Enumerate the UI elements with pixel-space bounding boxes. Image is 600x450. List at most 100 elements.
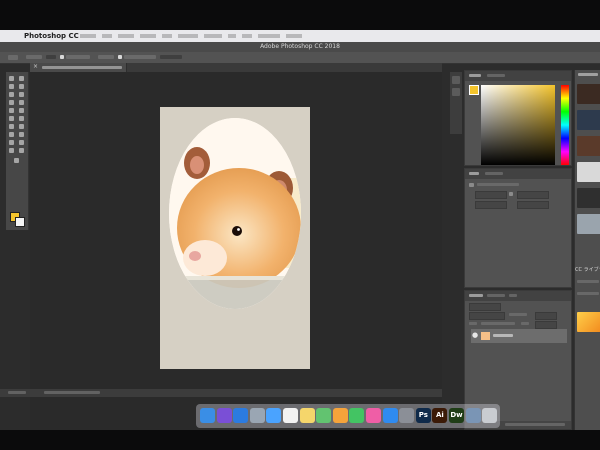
tab-adjustments[interactable] [485, 172, 503, 175]
app-menu[interactable]: Photoshop CC [24, 32, 79, 40]
hue-slider[interactable] [561, 85, 569, 165]
options-checkbox-1[interactable] [60, 55, 64, 59]
opacity-field[interactable] [535, 312, 557, 320]
dock-siri-icon[interactable] [216, 408, 232, 423]
pen-tool-icon[interactable] [9, 132, 14, 137]
layer-actions[interactable] [505, 423, 565, 426]
options-field-4[interactable] [160, 55, 182, 59]
dock-messages-icon[interactable] [349, 408, 365, 423]
menu-item-2[interactable] [102, 34, 112, 38]
close-icon[interactable]: × [33, 63, 38, 70]
dock-trash-icon[interactable] [482, 408, 498, 423]
dock-mail-icon[interactable] [266, 408, 282, 423]
canvas-workspace[interactable] [30, 72, 442, 430]
tutorial-thumbnail-2[interactable] [577, 110, 600, 130]
gradient-tool-icon[interactable] [19, 116, 24, 121]
stamp-tool-icon[interactable] [9, 108, 14, 113]
menu-item-5[interactable] [162, 34, 172, 38]
library-asset-thumbnail[interactable] [577, 312, 600, 332]
tutorial-thumbnail-6[interactable] [577, 214, 600, 234]
dock-illustrator-icon[interactable]: Ai [432, 408, 448, 423]
dock-launchpad-icon[interactable] [249, 408, 265, 423]
zoom-tool-icon[interactable] [19, 148, 24, 153]
menu-item-11[interactable] [286, 34, 302, 38]
background-color-swatch[interactable] [15, 217, 25, 227]
document-tab[interactable]: × [30, 63, 127, 72]
menu-item-10[interactable] [258, 34, 280, 38]
tab-paths[interactable] [509, 294, 517, 297]
hamster-photo[interactable] [169, 118, 301, 309]
menu-item-9[interactable] [242, 34, 252, 38]
x-field[interactable] [475, 201, 507, 209]
dock-photoshop-icon[interactable]: Ps [415, 408, 431, 423]
tab-layers[interactable] [469, 294, 483, 297]
quick-select-tool-icon[interactable] [19, 84, 24, 89]
dock-app-store-icon[interactable] [382, 408, 398, 423]
path-select-tool-icon[interactable] [9, 140, 14, 145]
options-field-2[interactable] [46, 55, 56, 59]
y-field[interactable] [517, 201, 549, 209]
height-field[interactable] [517, 191, 549, 199]
dock-calendar-icon[interactable] [283, 408, 298, 423]
history-brush-tool-icon[interactable] [19, 108, 24, 113]
menu-item-3[interactable] [118, 34, 134, 38]
dock-itunes-icon[interactable] [366, 408, 381, 423]
eyedropper-tool-icon[interactable] [19, 92, 24, 97]
tool-preset-icon[interactable] [8, 55, 18, 60]
hand-tool-icon[interactable] [9, 148, 14, 153]
blur-tool-icon[interactable] [9, 124, 14, 129]
history-panel-icon[interactable] [452, 76, 460, 84]
menu-item-1[interactable] [80, 34, 96, 38]
move-tool-icon[interactable] [9, 76, 14, 81]
lasso-tool-icon[interactable] [9, 84, 14, 89]
lock-icons[interactable] [481, 322, 515, 325]
tab-color[interactable] [469, 74, 481, 77]
menu-item-6[interactable] [178, 34, 198, 38]
layer-filter-select[interactable] [469, 303, 501, 311]
options-field-1[interactable] [26, 55, 42, 59]
width-field[interactable] [475, 191, 507, 199]
eye-icon[interactable]: ● [472, 331, 478, 339]
dock-photos-icon[interactable] [332, 408, 348, 423]
tutorial-thumbnail-3[interactable] [577, 136, 600, 156]
dock-dreamweaver-icon[interactable]: Dw [449, 408, 464, 423]
link-icon[interactable] [509, 192, 513, 196]
more-tools-icon[interactable] [14, 158, 19, 163]
healing-tool-icon[interactable] [9, 100, 14, 105]
layer-name[interactable] [493, 334, 513, 337]
marquee-tool-icon[interactable] [19, 76, 24, 81]
adjustments-panel-icon[interactable] [452, 88, 460, 96]
dodge-tool-icon[interactable] [19, 124, 24, 129]
color-field[interactable] [481, 85, 555, 165]
tutorial-thumbnail-4[interactable] [577, 162, 600, 182]
options-field-3[interactable] [98, 55, 114, 59]
options-checkbox-2[interactable] [118, 55, 122, 59]
tutorial-thumbnail-5[interactable] [577, 188, 600, 208]
brush-tool-icon[interactable] [19, 100, 24, 105]
fill-field[interactable] [535, 321, 557, 329]
tutorial-thumbnail-1[interactable] [577, 84, 600, 104]
dock-notes-icon[interactable] [299, 408, 315, 423]
crop-tool-icon[interactable] [9, 92, 14, 97]
zoom-readout[interactable] [8, 391, 26, 394]
dock-preview-icon[interactable] [465, 408, 481, 423]
menu-item-8[interactable] [228, 34, 236, 38]
tab-properties[interactable] [469, 172, 479, 175]
shape-tool-icon[interactable] [19, 140, 24, 145]
tab-channels[interactable] [487, 294, 505, 297]
learn-panel-tab[interactable] [578, 73, 598, 76]
menu-item-4[interactable] [140, 34, 156, 38]
blend-mode-select[interactable] [469, 312, 505, 320]
eraser-tool-icon[interactable] [9, 116, 14, 121]
type-tool-icon[interactable] [19, 132, 24, 137]
selected-color-chip[interactable] [469, 85, 479, 95]
library-select[interactable] [577, 280, 599, 283]
dock-maps-icon[interactable] [316, 408, 332, 423]
dock-safari-icon[interactable] [233, 408, 249, 423]
library-search[interactable] [577, 292, 599, 295]
tab-swatches[interactable] [487, 74, 505, 77]
dock-system-preferences-icon[interactable] [399, 408, 415, 423]
layer-row[interactable]: ● [471, 329, 567, 343]
menu-item-7[interactable] [204, 34, 222, 38]
dock-finder-icon[interactable] [200, 408, 215, 423]
